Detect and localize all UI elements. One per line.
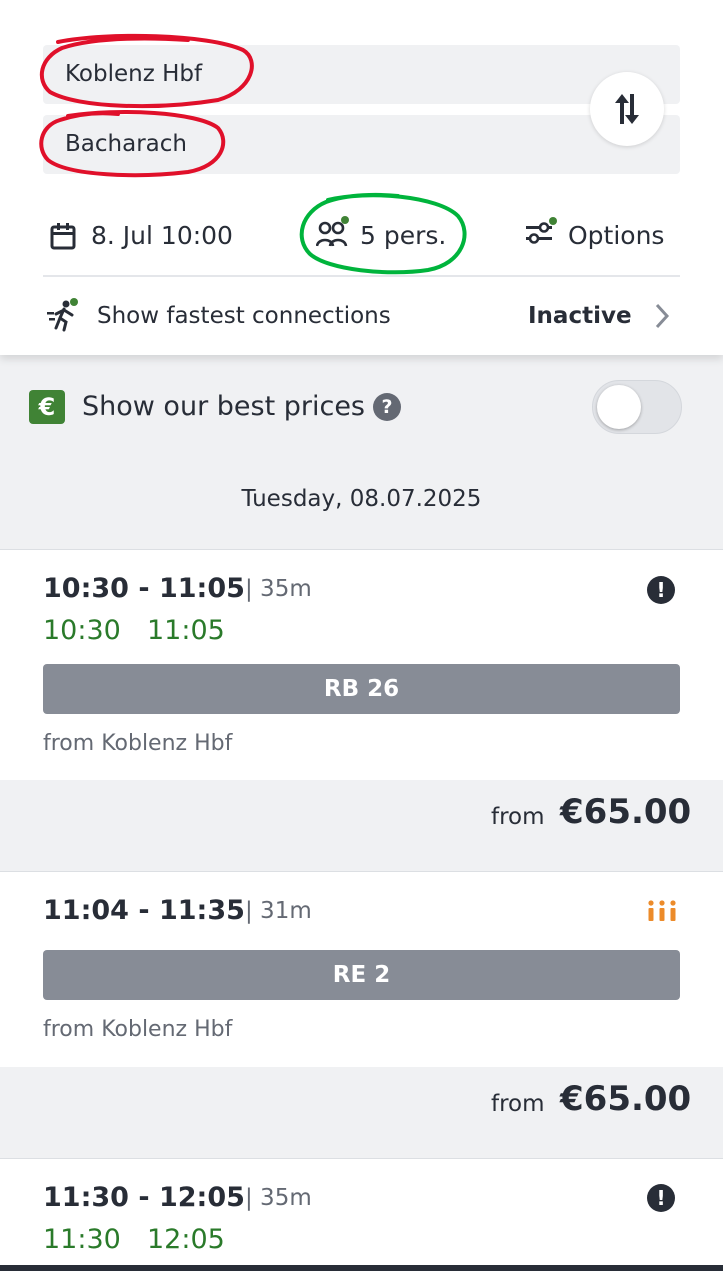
occupancy-high-icon[interactable] [647,900,677,922]
price-section: from €65.00 [0,1067,723,1135]
search-panel: Koblenz Hbf Bacharach 8. Jul 10:00 5 per… [0,0,723,355]
filter-sliders-icon [526,217,557,244]
swap-stations-button[interactable] [590,72,664,146]
duration: | 35m [245,576,312,602]
calendar-icon [50,223,76,250]
price-value: €65.00 [560,792,692,832]
destination-field[interactable]: Bacharach [43,115,680,174]
divider [43,275,680,277]
scheduled-times: 11:04 - 11:35 [43,895,245,926]
best-prices-toggle[interactable] [592,380,682,434]
destination-value: Bacharach [65,131,187,157]
chevron-right-icon [655,303,670,329]
train-line-bar: RB 26 [43,664,680,714]
running-person-icon [47,298,78,332]
scheduled-times: 11:30 - 12:05 [43,1182,245,1213]
options-button[interactable]: Options [568,221,664,250]
travellers-button[interactable]: 5 pers. [360,221,446,250]
duration: | 35m [245,1185,312,1211]
price-prefix: from [491,1091,545,1117]
train-line-bar: RE 2 [43,950,680,1000]
date-header: Tuesday, 08.07.2025 [241,486,482,512]
connection-card[interactable]: 11:04 - 11:35 | 31m RE 2 from Koblenz Hb… [0,871,723,1135]
fastest-connections-state: Inactive [528,303,632,329]
swap-arrows-icon [615,94,639,124]
price-value: €65.00 [560,1079,692,1119]
warning-icon[interactable]: ! [647,576,675,604]
date-time-button[interactable]: 8. Jul 10:00 [91,221,233,250]
connection-card[interactable]: 10:30 - 11:05 | 35m ! 10:30 11:05 RB 26 … [0,549,723,848]
scheduled-times: 10:30 - 11:05 [43,573,245,604]
toggle-knob [597,385,641,429]
departure-station: from Koblenz Hbf [43,1017,233,1042]
realtime-departure: 11:30 [43,1224,121,1255]
travellers-icon [316,216,349,247]
connection-card[interactable]: 11:30 - 12:05 | 35m ! 11:30 12:05 [0,1158,723,1266]
euro-icon: € [29,390,65,424]
origin-value: Koblenz Hbf [65,61,203,87]
departure-station: from Koblenz Hbf [43,731,233,756]
fastest-connections-label: Show fastest connections [97,303,391,329]
warning-icon[interactable]: ! [647,1184,675,1212]
best-prices-label: Show our best prices [82,391,365,422]
bottom-edge [0,1265,723,1271]
price-prefix: from [491,804,545,830]
help-icon[interactable]: ? [373,393,401,421]
duration: | 31m [245,898,312,924]
price-section: from €65.00 [0,780,723,848]
realtime-arrival: 12:05 [147,1224,225,1255]
realtime-departure: 10:30 [43,615,121,646]
realtime-arrival: 11:05 [147,615,225,646]
origin-field[interactable]: Koblenz Hbf [43,45,680,104]
